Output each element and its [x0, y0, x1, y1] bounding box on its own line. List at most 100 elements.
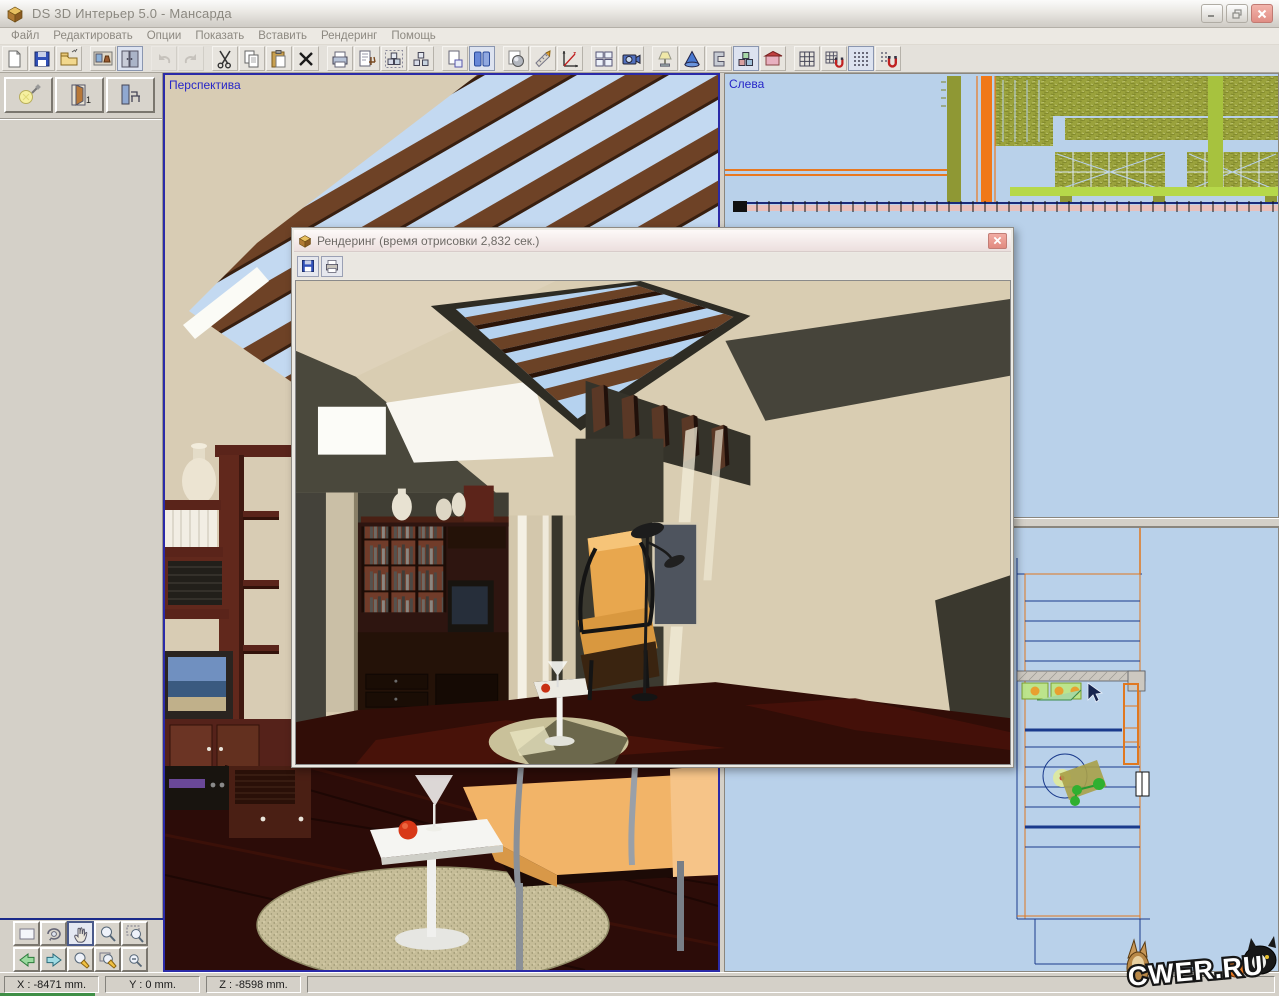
save-button[interactable]: [29, 46, 55, 71]
zoom-out-button[interactable]: [121, 947, 148, 972]
cut-button[interactable]: [212, 46, 238, 71]
render-dialog[interactable]: Рендеринг (время отрисовки 2,832 сек.): [291, 227, 1014, 768]
profile-button[interactable]: [706, 46, 732, 71]
paste-icon: [269, 49, 289, 69]
undo-icon: [154, 49, 174, 69]
render-dialog-icon: [298, 234, 312, 248]
light-source-icon: [16, 83, 42, 107]
open-button[interactable]: [56, 46, 82, 71]
viewport-layout-button[interactable]: [591, 46, 617, 71]
room-view-icon: [93, 49, 113, 69]
print-image-button[interactable]: [321, 256, 343, 277]
print-image-icon: [324, 258, 340, 274]
menu-show[interactable]: Показать: [188, 30, 251, 42]
left-sidebar: 1: [0, 73, 163, 972]
menu-help[interactable]: Помощь: [384, 30, 442, 42]
render-dialog-title: Рендеринг (время отрисовки 2,832 сек.): [317, 234, 539, 248]
select-icon: [17, 925, 37, 943]
render-sphere-icon: [506, 49, 526, 69]
window-title: DS 3D Интерьер 5.0 - Мансарда: [32, 6, 232, 21]
floor-and-furniture: [165, 765, 718, 970]
lamp-button[interactable]: [652, 46, 678, 71]
zoom-region-draw-button[interactable]: [94, 947, 121, 972]
undo-button[interactable]: [151, 46, 177, 71]
camera-icon: [621, 49, 641, 69]
copy-button[interactable]: [239, 46, 265, 71]
axes-button[interactable]: [557, 46, 583, 71]
measure-button[interactable]: [530, 46, 556, 71]
open-folder-icon: [59, 49, 79, 69]
room-button[interactable]: 1: [55, 77, 104, 113]
menu-options[interactable]: Опции: [140, 30, 189, 42]
zoom-in-region-button[interactable]: [67, 947, 94, 972]
navigation-panel: [0, 918, 163, 972]
room-view-button[interactable]: [90, 46, 116, 71]
grid-snap-button[interactable]: [821, 46, 847, 71]
split-view-button[interactable]: [469, 46, 495, 71]
copy-icon: [242, 49, 262, 69]
ungroup-button[interactable]: [408, 46, 434, 71]
viewport-layout-icon: [594, 49, 614, 69]
cone-button[interactable]: [679, 46, 705, 71]
application-window: DS 3D Интерьер 5.0 - Мансарда Файл Редак…: [0, 0, 1279, 996]
point-grid-button[interactable]: [848, 46, 874, 71]
furniture-button[interactable]: [106, 77, 155, 113]
render-button[interactable]: [503, 46, 529, 71]
delete-icon: [296, 49, 316, 69]
back-arrow-icon: [17, 951, 37, 969]
restore-button[interactable]: [1226, 4, 1248, 23]
menu-insert[interactable]: Вставить: [251, 30, 314, 42]
status-bar: X : -8471 mm. Y : 0 mm. Z : -8598 mm.: [0, 972, 1279, 996]
zoom-window-button[interactable]: [121, 921, 148, 946]
select-button[interactable]: [13, 921, 40, 946]
ground-ruler: [733, 201, 1278, 212]
room-number-badge: 1: [86, 95, 91, 105]
delete-button[interactable]: [293, 46, 319, 71]
save-image-icon: [300, 258, 316, 274]
paste-button[interactable]: [266, 46, 292, 71]
menu-file[interactable]: Файл: [4, 30, 46, 42]
redo-icon: [181, 49, 201, 69]
orbit-button[interactable]: [40, 921, 67, 946]
measure-ruler-icon: [533, 49, 553, 69]
print-button[interactable]: [327, 46, 353, 71]
save-image-button[interactable]: [297, 256, 319, 277]
cabinet-button[interactable]: [760, 46, 786, 71]
light-source-button[interactable]: [4, 77, 53, 113]
furniture-view-icon: [120, 49, 140, 69]
title-bar[interactable]: DS 3D Интерьер 5.0 - Мансарда: [0, 0, 1279, 28]
pan-button[interactable]: [67, 921, 94, 946]
group-icon: [384, 49, 404, 69]
profile-icon: [709, 49, 729, 69]
grid-icon: [797, 49, 817, 69]
minimize-icon: [1207, 9, 1217, 18]
print-icon: [330, 49, 350, 69]
minimize-button[interactable]: [1201, 4, 1223, 23]
save-icon: [32, 49, 52, 69]
render-dialog-close-icon: [993, 236, 1002, 245]
zoom-window-icon: [125, 924, 145, 944]
redo-button[interactable]: [178, 46, 204, 71]
menu-render[interactable]: Рендеринг: [314, 30, 384, 42]
zoom-out-icon: [125, 950, 145, 970]
back-button[interactable]: [13, 947, 40, 972]
render-dialog-titlebar[interactable]: Рендеринг (время отрисовки 2,832 сек.): [294, 230, 1011, 252]
cut-scissors-icon: [215, 49, 235, 69]
grid-button[interactable]: [794, 46, 820, 71]
close-button[interactable]: [1251, 4, 1273, 23]
group-button[interactable]: [381, 46, 407, 71]
rendered-scene: [296, 281, 1010, 764]
furniture-view-button[interactable]: [117, 46, 143, 71]
point-snap-button[interactable]: [875, 46, 901, 71]
objects-button[interactable]: [733, 46, 759, 71]
status-x-coordinate: X : -8471 mm.: [4, 976, 99, 993]
status-message-area: [307, 976, 1275, 993]
zoom-button[interactable]: [94, 921, 121, 946]
print-preview-button[interactable]: [354, 46, 380, 71]
camera-button[interactable]: [618, 46, 644, 71]
new-document-button[interactable]: [2, 46, 28, 71]
page-setup-button[interactable]: [442, 46, 468, 71]
forward-button[interactable]: [40, 947, 67, 972]
render-dialog-close-button[interactable]: [988, 233, 1007, 249]
menu-edit[interactable]: Редактировать: [46, 30, 139, 42]
